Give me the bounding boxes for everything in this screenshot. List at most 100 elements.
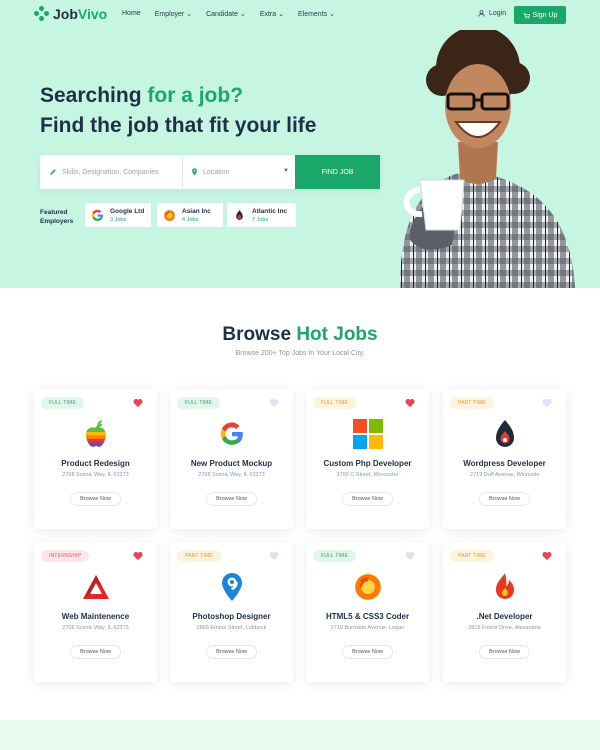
job-address: 3765 C Street, Worcester: [336, 472, 399, 478]
job-address: 3815 Forest Drive, Alexandria: [468, 625, 541, 631]
user-icon: [478, 10, 485, 17]
keyword-placeholder: Skills, Designation, Companies: [62, 168, 159, 176]
browse-now-button[interactable]: Browse Now: [342, 645, 393, 659]
brand-logo[interactable]: JobVivo: [34, 6, 107, 22]
employer-card-asian[interactable]: Asian Inc 4 Jobs: [157, 203, 223, 227]
hero-section: JobVivo Home Employer ⌄ Candidate ⌄ Extr…: [0, 0, 600, 288]
nav-elements[interactable]: Elements ⌄: [298, 10, 335, 18]
job-type-badge: FULL TIME: [41, 397, 85, 409]
job-title: New Product Mockup: [190, 459, 273, 468]
apple-icon: [81, 419, 111, 449]
job-type-badge: INTERNSHIP: [41, 550, 90, 562]
job-card[interactable]: INTERNSHIP Web Maintenence 2708 Scenic W…: [34, 542, 157, 682]
job-title: Product Redesign: [61, 459, 130, 468]
job-title: .Net Developer: [476, 612, 533, 621]
map-pin-icon: [192, 168, 197, 176]
browse-now-button[interactable]: Browse Now: [70, 645, 121, 659]
browse-now-button[interactable]: Browse Now: [206, 645, 257, 659]
nav-employer[interactable]: Employer ⌄: [155, 10, 192, 18]
keyword-field[interactable]: Skills, Designation, Companies: [40, 155, 183, 189]
cart-icon: [523, 12, 530, 19]
featured-employers-label: Featured Employers: [40, 209, 74, 225]
job-card[interactable]: FULL TIME HTML5 & CSS3 Coder 2719 Burnsi…: [306, 542, 429, 682]
employer-job-count: 7 Jobs: [252, 216, 269, 223]
google-icon: [90, 208, 104, 222]
browse-now-button[interactable]: Browse Now: [479, 645, 530, 659]
flame-icon: [232, 208, 246, 222]
job-type-badge: FULL TIME: [177, 397, 221, 409]
job-type-badge: PART TIME: [177, 550, 221, 562]
job-title: HTML5 & CSS3 Coder: [325, 612, 410, 621]
triangle-logo-icon: [81, 572, 111, 602]
browse-now-button[interactable]: Browse Now: [206, 492, 257, 506]
job-card[interactable]: PART TIME .Net Developer 3815 Forest Dri…: [443, 542, 566, 682]
browse-section-title: Browse Hot Jobs: [222, 324, 378, 345]
dropdown-caret-icon: ▼: [283, 168, 289, 174]
job-type-badge: FULL TIME: [313, 397, 357, 409]
location-placeholder: Location: [203, 168, 230, 176]
heart-icon[interactable]: [542, 398, 552, 408]
logo-dots-icon: [34, 6, 50, 22]
firefox-icon: [162, 208, 176, 222]
google-icon: [217, 419, 247, 449]
signup-label: Sign Up: [532, 11, 558, 19]
employer-card-atlantic[interactable]: Atlantic Inc 7 Jobs: [227, 203, 296, 227]
job-title: Web Maintenence: [61, 612, 130, 621]
main-menu: Home Employer ⌄ Candidate ⌄ Extra ⌄ Elem…: [122, 10, 335, 18]
firefox-icon: [353, 572, 383, 602]
brand-name: JobVivo: [53, 6, 108, 22]
employer-job-count: 3 Jobs: [110, 216, 127, 223]
job-title: Wordpress Developer: [463, 459, 546, 468]
windows-icon: [353, 419, 383, 449]
heart-icon[interactable]: [405, 551, 415, 561]
job-address: 2719 Burnside Avenue, Logan: [330, 625, 405, 631]
browse-now-button[interactable]: Browse Now: [70, 492, 121, 506]
browse-section-subtitle: Browse 200+ Top Jobs In Your Local City.: [235, 350, 365, 357]
heart-icon[interactable]: [269, 398, 279, 408]
job-title: Photoshop Designer: [192, 612, 271, 621]
hero-heading-line-2: Find the job that fit your life: [40, 114, 317, 137]
job-type-badge: PART TIME: [450, 550, 494, 562]
employer-name: Google Ltd: [110, 207, 145, 215]
signup-button[interactable]: Sign Up: [514, 6, 566, 24]
browse-now-button[interactable]: Browse Now: [479, 492, 530, 506]
job-address: 2708 Scenic Way, IL 62373: [62, 625, 129, 631]
hero-heading-line-1: Searching for a job?: [40, 84, 244, 107]
employer-job-count: 4 Jobs: [182, 216, 199, 223]
browse-now-button[interactable]: Browse Now: [342, 492, 393, 506]
heart-icon[interactable]: [542, 551, 552, 561]
location-nine-icon: [217, 572, 247, 602]
nav-extra[interactable]: Extra ⌄: [260, 10, 284, 18]
heart-icon[interactable]: [405, 398, 415, 408]
job-type-badge: PART TIME: [450, 397, 494, 409]
heart-icon[interactable]: [133, 398, 143, 408]
job-title: Custom Php Developer: [323, 459, 412, 468]
heart-icon[interactable]: [133, 551, 143, 561]
employer-name: Asian Inc: [182, 207, 211, 215]
heart-icon[interactable]: [269, 551, 279, 561]
job-address: 2708 Scenic Way, IL 62373: [198, 472, 265, 478]
job-card[interactable]: FULL TIME Custom Php Developer 3765 C St…: [306, 389, 429, 529]
nav-candidate[interactable]: Candidate ⌄: [206, 10, 246, 18]
job-card[interactable]: FULL TIME Product Redesign 2708 Scenic W…: [34, 389, 157, 529]
employer-name: Atlantic Inc: [252, 207, 288, 215]
location-field[interactable]: Location ▼: [183, 155, 295, 189]
job-card[interactable]: FULL TIME New Product Mockup 2708 Scenic…: [170, 389, 293, 529]
job-card[interactable]: PART TIME Photoshop Designer 2865 Emma S…: [170, 542, 293, 682]
job-address: 2708 Scenic Way, IL 62373: [62, 472, 129, 478]
next-section-band: [0, 720, 600, 750]
job-card[interactable]: PART TIME Wordpress Developer 2719 Duff …: [443, 389, 566, 529]
top-navbar: JobVivo Home Employer ⌄ Candidate ⌄ Extr…: [0, 0, 600, 30]
nav-home[interactable]: Home: [122, 10, 141, 18]
job-address: 2719 Duff Avenue, Winooski: [470, 472, 539, 478]
employer-card-google[interactable]: Google Ltd 3 Jobs: [85, 203, 151, 227]
job-search-bar: Skills, Designation, Companies Location …: [40, 155, 380, 189]
login-label: Login: [489, 10, 507, 17]
hero-person-image: [400, 30, 575, 288]
fire-icon: [490, 572, 520, 602]
job-address: 2865 Emma Street, Lubbock: [196, 625, 267, 631]
job-type-badge: FULL TIME: [313, 550, 357, 562]
flame-icon: [490, 419, 520, 449]
find-job-button[interactable]: FIND JOB: [295, 155, 380, 189]
login-link[interactable]: Login: [478, 10, 506, 17]
